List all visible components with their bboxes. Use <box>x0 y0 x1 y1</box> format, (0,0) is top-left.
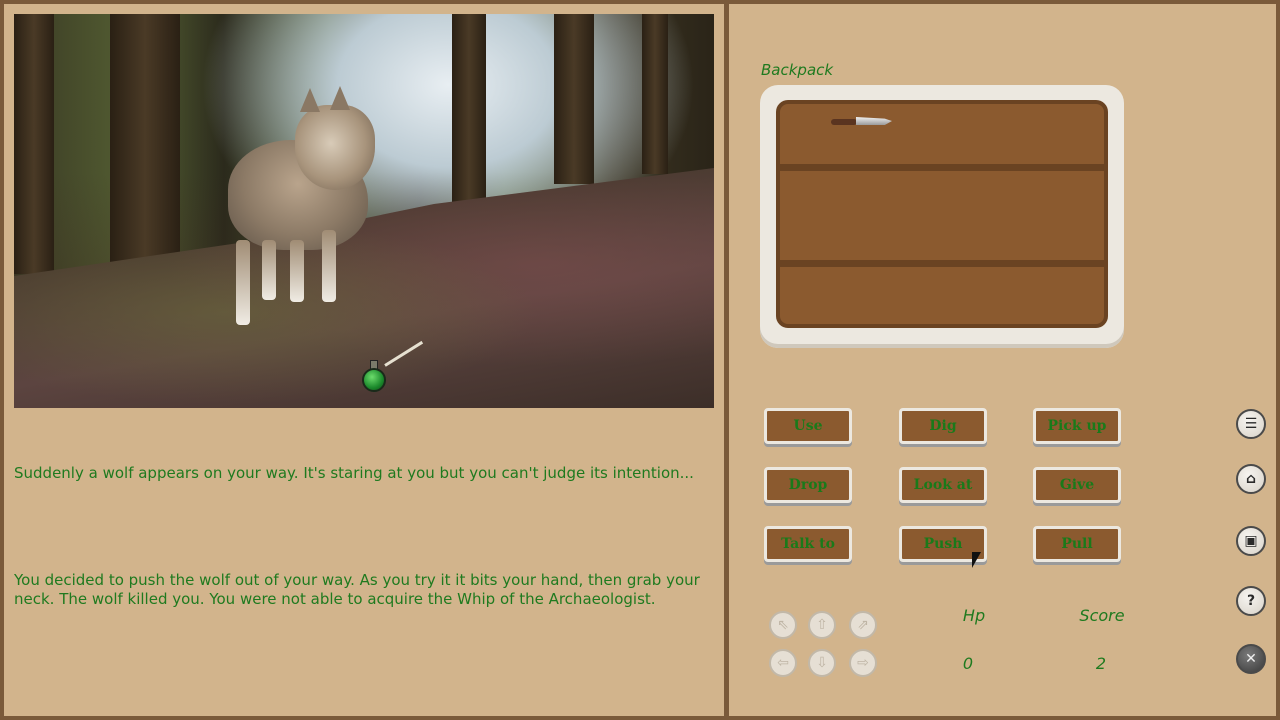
tree-trunk <box>554 14 594 184</box>
home-icon[interactable]: ⌂ <box>1236 464 1266 494</box>
narration-line-2: You decided to push the wolf out of your… <box>14 571 700 608</box>
wolf-leg <box>322 230 336 302</box>
pick-up-button[interactable]: Pick up <box>1033 408 1121 444</box>
hp-label: Hp <box>962 606 986 625</box>
wolf-leg <box>290 240 304 302</box>
knife-icon[interactable] <box>831 119 857 125</box>
narration-line-1: Suddenly a wolf appears on your way. It'… <box>14 464 694 482</box>
score-value: 2 <box>1095 654 1107 673</box>
list-icon[interactable]: ☰ <box>1236 409 1266 439</box>
arrow-up-right-icon[interactable]: ⇗ <box>849 611 877 639</box>
wolf-head[interactable] <box>295 105 375 190</box>
arrow-up-icon[interactable]: ⇧ <box>808 611 836 639</box>
tree-trunk <box>642 14 668 174</box>
give-button[interactable]: Give <box>1033 467 1121 503</box>
help-icon[interactable]: ? <box>1236 586 1266 616</box>
arrow-down-icon[interactable]: ⇩ <box>808 649 836 677</box>
arrow-up-left-icon[interactable]: ⇖ <box>769 611 797 639</box>
arrow-right-icon[interactable]: ⇨ <box>849 649 877 677</box>
look-at-button[interactable]: Look at <box>899 467 987 503</box>
close-icon[interactable]: ✕ <box>1236 644 1266 674</box>
drop-button[interactable]: Drop <box>764 467 852 503</box>
plank-line <box>780 164 1104 171</box>
potion-flask[interactable] <box>362 368 386 392</box>
backpack-slots[interactable] <box>776 100 1108 328</box>
use-button[interactable]: Use <box>764 408 852 444</box>
dig-button[interactable]: Dig <box>899 408 987 444</box>
tree-trunk <box>14 14 54 274</box>
panel-divider <box>724 0 729 720</box>
wolf-ear <box>330 86 350 110</box>
wolf-ear <box>300 88 320 112</box>
pull-button[interactable]: Pull <box>1033 526 1121 562</box>
hp-value: 0 <box>962 654 974 673</box>
score-label: Score <box>1079 606 1125 625</box>
backpack-label: Backpack <box>761 61 834 79</box>
arrow-left-icon[interactable]: ⇦ <box>769 649 797 677</box>
tree-trunk <box>452 14 486 204</box>
wolf-leg <box>236 240 250 325</box>
save-icon[interactable]: ▣ <box>1236 526 1266 556</box>
wolf-leg <box>262 240 276 300</box>
plank-line <box>780 260 1104 267</box>
talk-to-button[interactable]: Talk to <box>764 526 852 562</box>
mouse-cursor-icon <box>972 552 981 568</box>
